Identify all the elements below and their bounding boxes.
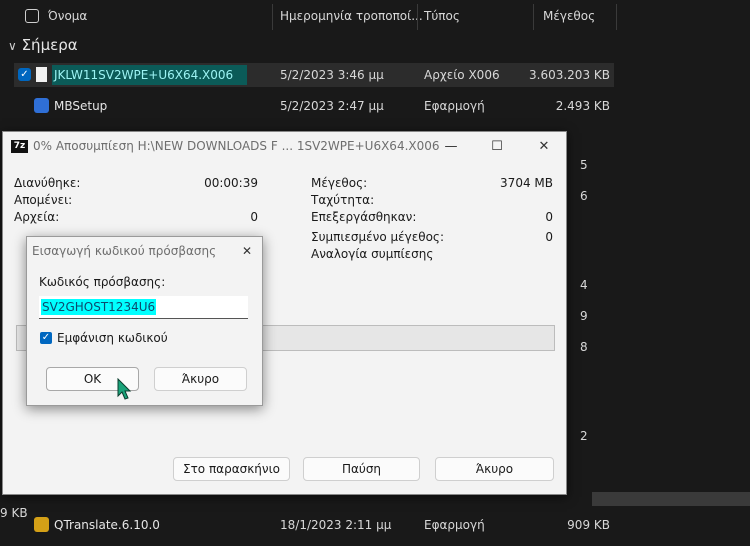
password-input[interactable]: SV2GHOST1234U6 bbox=[39, 296, 248, 319]
file-type: Εφαρμογή bbox=[424, 518, 485, 532]
password-dialog: Εισαγωγή κωδικού πρόσβασης ✕ Κωδικός πρό… bbox=[26, 236, 263, 406]
column-type[interactable]: Τύπος bbox=[424, 0, 460, 32]
maximize-button[interactable]: ☐ bbox=[482, 136, 512, 158]
background-button[interactable]: Στο παρασκήνιο bbox=[173, 457, 290, 481]
processed-label: Επεξεργάσθηκαν: bbox=[311, 210, 417, 224]
cancel-button[interactable]: Άκυρο bbox=[435, 457, 554, 481]
file-type: Εφαρμογή bbox=[424, 99, 485, 113]
window-title: 0% Αποσυμπίεση H:\NEW DOWNLOADS F ... 1S… bbox=[33, 139, 440, 153]
column-size[interactable]: Μέγεθος bbox=[543, 0, 595, 32]
partial-value: 6 bbox=[580, 189, 588, 203]
ratio-label: Αναλογία συμπίεσης bbox=[311, 247, 434, 261]
horizontal-scrollbar[interactable] bbox=[592, 492, 750, 506]
file-row[interactable]: ✓ JKLW11SV2WPE+U6X64.X006 5/2/2023 3:46 … bbox=[14, 63, 614, 87]
minimize-button[interactable]: — bbox=[436, 136, 466, 158]
file-date: 5/2/2023 2:47 μμ bbox=[280, 99, 384, 113]
partial-value: 2 bbox=[580, 429, 588, 443]
file-row[interactable]: MBSetup 5/2/2023 2:47 μμ Εφαρμογή 2.493 … bbox=[14, 94, 614, 118]
column-separator[interactable] bbox=[272, 4, 273, 30]
elapsed-label: Διανύθηκε: bbox=[14, 176, 81, 190]
file-type: Αρχείο X006 bbox=[424, 68, 500, 82]
size-value: 3704 MB bbox=[500, 176, 553, 190]
file-size: 909 KB bbox=[567, 518, 610, 532]
column-separator[interactable] bbox=[417, 4, 418, 30]
mouse-pointer-icon bbox=[117, 378, 132, 400]
file-name: MBSetup bbox=[54, 99, 108, 113]
group-label: Σήμερα bbox=[21, 36, 78, 54]
file-size: 3.603.203 KB bbox=[529, 68, 610, 82]
column-separator[interactable] bbox=[533, 4, 534, 30]
sevenzip-logo-icon: 7z bbox=[11, 140, 28, 153]
compressed-label: Συμπιεσμένο μέγεθος: bbox=[311, 230, 444, 244]
partial-value: 5 bbox=[580, 158, 588, 172]
file-date: 18/1/2023 2:11 μμ bbox=[280, 518, 392, 532]
elapsed-value: 00:00:39 bbox=[204, 176, 258, 190]
compressed-value: 0 bbox=[545, 230, 553, 244]
select-all-checkbox[interactable] bbox=[25, 9, 39, 23]
processed-value: 0 bbox=[545, 210, 553, 224]
app-icon bbox=[34, 517, 49, 532]
installer-icon bbox=[34, 98, 49, 113]
files-label: Αρχεία: bbox=[14, 210, 60, 224]
column-header: Όνομα Ημερομηνία τροποποί... Τύπος Μέγεθ… bbox=[0, 0, 618, 32]
partial-value: 4 bbox=[580, 278, 588, 292]
column-separator[interactable] bbox=[616, 4, 617, 30]
password-text: SV2GHOST1234U6 bbox=[41, 299, 157, 315]
file-date: 5/2/2023 3:46 μμ bbox=[280, 68, 384, 82]
show-password-checkbox[interactable]: ✓ bbox=[40, 332, 52, 344]
checkmark-icon[interactable]: ✓ bbox=[18, 68, 31, 81]
files-value: 0 bbox=[250, 210, 258, 224]
partial-value: 8 bbox=[580, 340, 588, 354]
file-size: 2.493 KB bbox=[555, 99, 610, 113]
show-password-label[interactable]: Εμφάνιση κωδικού bbox=[57, 331, 168, 345]
file-icon bbox=[36, 67, 47, 82]
partial-left-value: 9 KB bbox=[0, 506, 28, 520]
chevron-down-icon: ∨ bbox=[8, 39, 17, 53]
file-name: JKLW11SV2WPE+U6X64.X006 bbox=[52, 65, 248, 85]
password-label: Κωδικός πρόσβασης: bbox=[39, 275, 166, 289]
title-bar[interactable]: 7z 0% Αποσυμπίεση H:\NEW DOWNLOADS F ...… bbox=[3, 132, 566, 162]
speed-label: Ταχύτητα: bbox=[311, 193, 375, 207]
dialog-cancel-button[interactable]: Άκυρο bbox=[154, 367, 247, 391]
partial-value: 9 bbox=[580, 309, 588, 323]
column-date[interactable]: Ημερομηνία τροποποί... bbox=[280, 0, 423, 32]
size-label: Μέγεθος: bbox=[311, 176, 368, 190]
file-name: QTranslate.6.10.0 bbox=[54, 518, 160, 532]
close-button[interactable]: ✕ bbox=[529, 136, 559, 158]
close-icon[interactable]: ✕ bbox=[237, 241, 257, 261]
group-today[interactable]: ∨ Σήμερα bbox=[8, 36, 78, 54]
column-name[interactable]: Όνομα bbox=[48, 0, 87, 32]
pause-button[interactable]: Παύση bbox=[303, 457, 420, 481]
remaining-label: Απομένει: bbox=[14, 193, 73, 207]
dialog-title: Εισαγωγή κωδικού πρόσβασης bbox=[32, 244, 217, 258]
file-row[interactable]: QTranslate.6.10.0 18/1/2023 2:11 μμ Εφαρ… bbox=[14, 513, 614, 537]
